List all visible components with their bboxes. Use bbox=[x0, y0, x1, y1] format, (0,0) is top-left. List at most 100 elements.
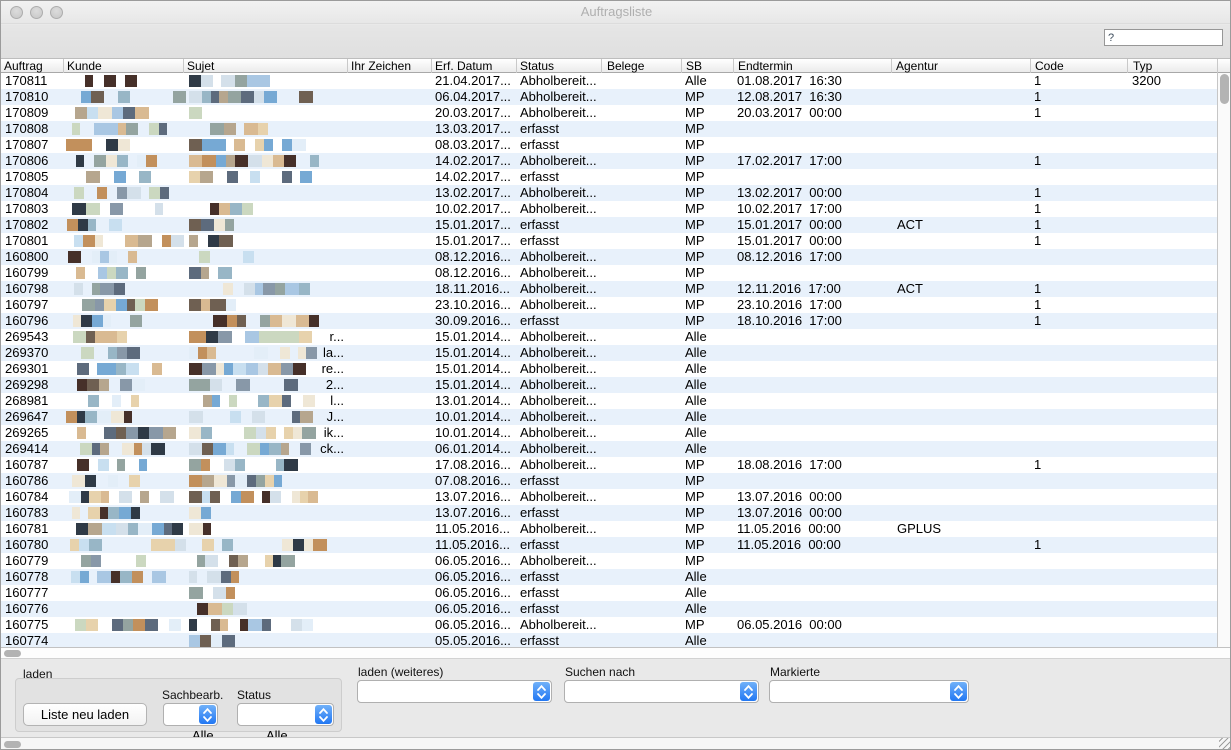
column-header-endtermin[interactable]: Endtermin bbox=[733, 59, 891, 73]
table-row[interactable]: 17080215.01.2017...erfasstMP15.01.2017 0… bbox=[1, 217, 1217, 233]
column-header-typ[interactable]: Typ bbox=[1127, 59, 1217, 73]
cell-sb: MP bbox=[685, 489, 731, 505]
cell-auftrag: 269647 bbox=[5, 409, 61, 425]
redacted-kunde bbox=[76, 155, 157, 167]
table-row[interactable]: 16080008.12.2016...Abholbereit...MP08.12… bbox=[1, 249, 1217, 265]
chevron-up-down-icon bbox=[740, 682, 757, 701]
cell-endtermin: 13.07.2016 00:00 bbox=[737, 505, 887, 521]
cell-auftrag: 170808 bbox=[5, 121, 61, 137]
table-row[interactable]: 16077906.05.2016...Abholbereit...MP bbox=[1, 553, 1217, 569]
laden-weiteres-select[interactable] bbox=[357, 680, 552, 703]
column-header-ihr-zeichen[interactable]: Ihr Zeichen bbox=[347, 59, 431, 73]
cell-status: erfasst bbox=[520, 601, 600, 617]
table-row[interactable]: 16078011.05.2016...erfasstMP11.05.2016 0… bbox=[1, 537, 1217, 553]
table-row[interactable]: 268981l...13.01.2014...Abholbereit...All… bbox=[1, 393, 1217, 409]
app-window: Auftragsliste Auftrag Kunde Sujet Ihr Ze… bbox=[0, 0, 1231, 750]
redacted-kunde bbox=[72, 443, 165, 455]
table-row[interactable]: 16078111.05.2016...Abholbereit...MP11.05… bbox=[1, 521, 1217, 537]
redacted-kunde bbox=[66, 139, 130, 151]
table-row[interactable]: 17081006.04.2017...Abholbereit...MP12.08… bbox=[1, 89, 1217, 105]
cell-auftrag: 269301 bbox=[5, 361, 61, 377]
table-row[interactable]: 2692982...15.01.2014...Abholbereit...All… bbox=[1, 377, 1217, 393]
table-row[interactable]: 16077806.05.2016...erfasstAlle bbox=[1, 569, 1217, 585]
table-row[interactable]: 17080413.02.2017...Abholbereit...MP13.02… bbox=[1, 185, 1217, 201]
table-row[interactable]: 269301re...15.01.2014...Abholbereit...Al… bbox=[1, 361, 1217, 377]
table-row[interactable]: 269647J...10.01.2014...Abholbereit...All… bbox=[1, 409, 1217, 425]
table-header: Auftrag Kunde Sujet Ihr Zeichen Erf. Dat… bbox=[1, 58, 1231, 73]
sachbearb-select[interactable]: Alle bbox=[163, 703, 218, 726]
column-header-belege[interactable]: Belege bbox=[601, 59, 681, 73]
suchen-nach-select[interactable] bbox=[564, 680, 759, 703]
table-row[interactable]: 16077706.05.2016...erfasstAlle bbox=[1, 585, 1217, 601]
table-row[interactable]: 17080115.01.2017...erfasstMP15.01.2017 0… bbox=[1, 233, 1217, 249]
bottom-scrollbar[interactable] bbox=[1, 737, 1231, 750]
cell-erf-datum: 13.07.2016... bbox=[435, 489, 517, 505]
horizontal-scrollbar-thumb[interactable] bbox=[4, 650, 21, 657]
table-row[interactable]: 16077405.05.2016...erfasstAlle bbox=[1, 633, 1217, 647]
table-row[interactable]: 269265ik...10.01.2014...Abholbereit...Al… bbox=[1, 425, 1217, 441]
redacted-sujet bbox=[189, 299, 248, 311]
column-header-auftrag[interactable]: Auftrag bbox=[1, 59, 63, 73]
redacted-sujet bbox=[189, 475, 282, 487]
redacted-sujet bbox=[189, 523, 229, 535]
cell-code: 1 bbox=[1034, 281, 1114, 297]
cell-status: Abholbereit... bbox=[520, 329, 600, 345]
redacted-kunde bbox=[77, 379, 168, 391]
table-row[interactable]: 17080310.02.2017...Abholbereit...MP10.02… bbox=[1, 201, 1217, 217]
table-row[interactable]: 16078717.08.2016...Abholbereit...MP18.08… bbox=[1, 457, 1217, 473]
table-row[interactable]: 17080813.03.2017...erfasstMP bbox=[1, 121, 1217, 137]
table-row[interactable]: 16078313.07.2016...erfasstMP13.07.2016 0… bbox=[1, 505, 1217, 521]
column-header-agentur[interactable]: Agentur bbox=[891, 59, 1030, 73]
cell-auftrag: 160786 bbox=[5, 473, 61, 489]
search-input[interactable] bbox=[1104, 29, 1223, 46]
table-row[interactable]: 269370la...15.01.2014...Abholbereit...Al… bbox=[1, 345, 1217, 361]
cell-erf-datum: 06.05.2016... bbox=[435, 601, 517, 617]
cell-sb: Alle bbox=[685, 361, 731, 377]
table-row[interactable]: 269414ck...06.01.2014...Abholbereit...Al… bbox=[1, 441, 1217, 457]
redacted-sujet bbox=[189, 539, 327, 551]
column-header-code[interactable]: Code bbox=[1030, 59, 1127, 73]
horizontal-scrollbar[interactable] bbox=[1, 647, 1231, 659]
column-header-sb[interactable]: SB bbox=[681, 59, 733, 73]
redacted-sujet bbox=[189, 219, 234, 231]
cell-auftrag: 160784 bbox=[5, 489, 61, 505]
cell-sb: MP bbox=[685, 505, 731, 521]
table-row[interactable]: 16079723.10.2016...Abholbereit...MP23.10… bbox=[1, 297, 1217, 313]
cell-auftrag: 170811 bbox=[5, 73, 61, 89]
table-row[interactable]: 17080920.03.2017...Abholbereit...MP20.03… bbox=[1, 105, 1217, 121]
vertical-scrollbar[interactable] bbox=[1217, 73, 1231, 647]
table-row[interactable]: 16079630.09.2016...erfasstMP18.10.2016 1… bbox=[1, 313, 1217, 329]
table-row[interactable]: 16077606.05.2016...erfasstAlle bbox=[1, 601, 1217, 617]
redacted-kunde bbox=[68, 251, 151, 263]
column-header-sujet[interactable]: Sujet bbox=[183, 59, 347, 73]
resize-grip-icon[interactable] bbox=[1219, 738, 1231, 750]
redacted-sujet bbox=[189, 267, 232, 279]
table-row[interactable]: 16077506.05.2016...Abholbereit...MP06.05… bbox=[1, 617, 1217, 633]
table-row[interactable]: 17081121.04.2017...Abholbereit...Alle01.… bbox=[1, 73, 1217, 89]
cell-erf-datum: 06.05.2016... bbox=[435, 585, 517, 601]
table-row[interactable]: 16079908.12.2016...Abholbereit...MP bbox=[1, 265, 1217, 281]
markierte-select[interactable] bbox=[769, 680, 969, 703]
table-row[interactable]: 16079818.11.2016...Abholbereit...MP12.11… bbox=[1, 281, 1217, 297]
redacted-sujet bbox=[189, 587, 235, 599]
cell-erf-datum: 13.03.2017... bbox=[435, 121, 517, 137]
cell-auftrag: 269265 bbox=[5, 425, 61, 441]
bottom-scrollbar-thumb[interactable] bbox=[4, 741, 21, 748]
column-header-kunde[interactable]: Kunde bbox=[63, 59, 183, 73]
column-header-status[interactable]: Status bbox=[516, 59, 601, 73]
redacted-kunde bbox=[75, 107, 149, 119]
table-row[interactable]: 17080614.02.2017...Abholbereit...MP17.02… bbox=[1, 153, 1217, 169]
table-row[interactable]: 16078413.07.2016...Abholbereit...MP13.07… bbox=[1, 489, 1217, 505]
table-row[interactable]: 17080708.03.2017...erfasstMP bbox=[1, 137, 1217, 153]
table-row[interactable]: 269543r...15.01.2014...Abholbereit...All… bbox=[1, 329, 1217, 345]
cell-erf-datum: 15.01.2017... bbox=[435, 217, 517, 233]
status-select[interactable]: Alle bbox=[237, 703, 334, 726]
reload-list-button[interactable]: Liste neu laden bbox=[23, 703, 147, 726]
vertical-scrollbar-thumb[interactable] bbox=[1220, 74, 1229, 104]
cell-status: Abholbereit... bbox=[520, 281, 600, 297]
table-row[interactable]: 17080514.02.2017...erfasstMP bbox=[1, 169, 1217, 185]
column-header-erf-datum[interactable]: Erf. Datum bbox=[431, 59, 516, 73]
cell-sb: Alle bbox=[685, 601, 731, 617]
cell-status: Abholbereit... bbox=[520, 185, 600, 201]
table-row[interactable]: 16078607.08.2016...erfasstMP bbox=[1, 473, 1217, 489]
